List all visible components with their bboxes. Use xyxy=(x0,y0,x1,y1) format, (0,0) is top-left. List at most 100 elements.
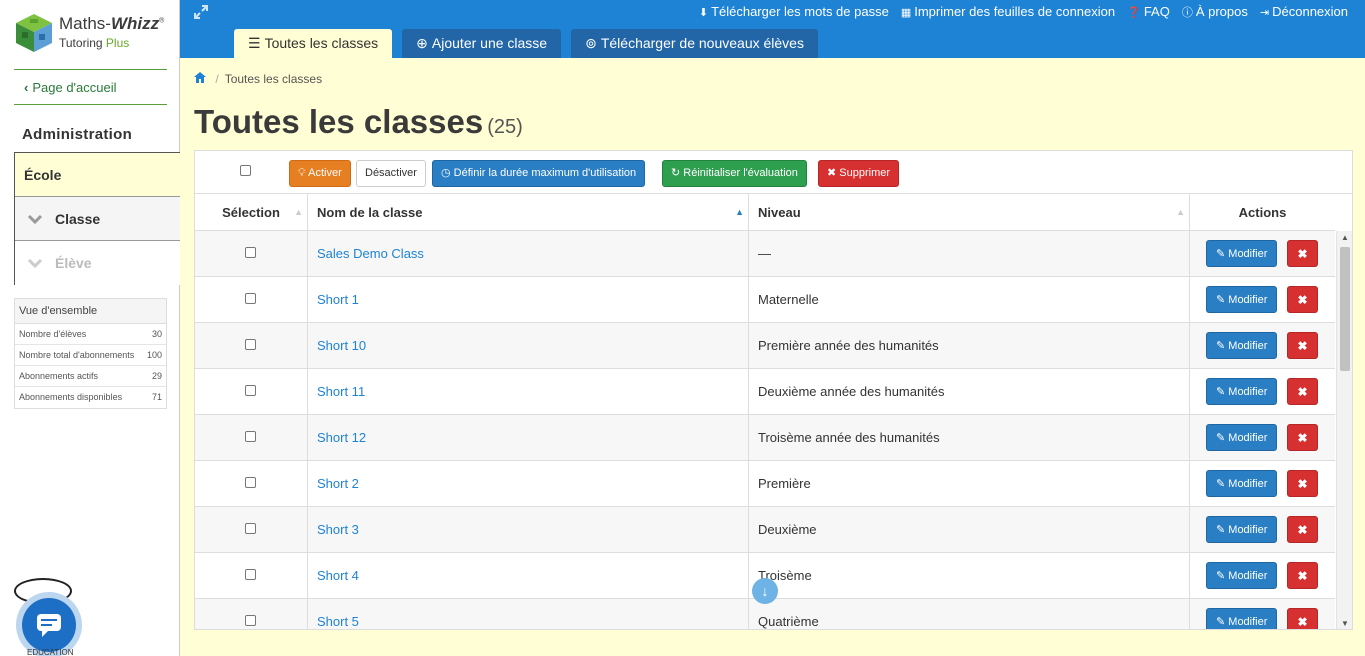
chevron-left-icon: ‹ xyxy=(24,80,29,95)
tab-upload-students[interactable]: ⊚ Télécharger de nouveaux élèves xyxy=(571,29,818,58)
nav-item-eleve[interactable]: Élève xyxy=(15,241,180,285)
about-link[interactable]: ⓘ À propos xyxy=(1182,4,1248,20)
edit-icon: ✎ xyxy=(1216,524,1226,536)
scroll-down-arrow-icon[interactable]: ▼ xyxy=(1341,619,1349,628)
edit-button[interactable]: ✎ Modifier xyxy=(1206,608,1278,629)
edit-button[interactable]: ✎ Modifier xyxy=(1206,286,1278,313)
class-level: Deuxième xyxy=(749,507,1190,553)
edit-button[interactable]: ✎ Modifier xyxy=(1206,562,1278,589)
delete-button[interactable]: ✖ xyxy=(1287,332,1318,359)
home-icon[interactable] xyxy=(194,72,209,86)
class-name-link[interactable]: Short 3 xyxy=(308,507,749,553)
set-max-duration-button[interactable]: ◷ Définir la durée maximum d'utilisation xyxy=(432,160,646,187)
scroll-down-button[interactable]: ↓ xyxy=(752,578,778,604)
class-name-link[interactable]: Short 4 xyxy=(308,553,749,599)
logo-subtitle: Tutoring Plus xyxy=(59,36,130,50)
tab-add-class[interactable]: ⊕ Ajouter une classe xyxy=(402,29,562,58)
class-name-link[interactable]: Short 10 xyxy=(308,323,749,369)
table-row: Short 2 Première ✎ Modifier ✖ xyxy=(195,461,1335,507)
classes-panel: 💡︎ Activer Désactiver ◷ Définir la durée… xyxy=(194,150,1353,630)
class-name-link[interactable]: Short 11 xyxy=(308,369,749,415)
class-name-link[interactable]: Short 2 xyxy=(308,461,749,507)
row-checkbox[interactable] xyxy=(245,431,256,442)
row-checkbox[interactable] xyxy=(245,615,256,626)
print-sheets-link[interactable]: ▦ Imprimer des feuilles de connexion xyxy=(901,4,1115,20)
close-icon: ✖ xyxy=(827,167,837,179)
faq-link[interactable]: ❓ FAQ xyxy=(1127,4,1170,20)
close-icon: ✖ xyxy=(1297,569,1308,583)
nav-item-ecole[interactable]: École xyxy=(15,153,180,197)
row-checkbox[interactable] xyxy=(245,247,256,258)
reset-evaluation-button[interactable]: ↻ Réinitialiser l'évaluation xyxy=(662,160,807,187)
refresh-icon: ↻ xyxy=(671,167,681,179)
chat-button[interactable] xyxy=(22,598,76,652)
delete-button[interactable]: ✖ xyxy=(1287,424,1318,451)
table-row: Short 12 Troisème année des humanités ✎ … xyxy=(195,415,1335,461)
bulb-icon: 💡︎ xyxy=(298,167,306,179)
overview-row: Abonnements disponibles 71 xyxy=(19,392,162,402)
edit-icon: ✎ xyxy=(1216,570,1226,582)
cube-logo-icon xyxy=(16,14,52,52)
sort-icon: ▲ xyxy=(294,207,303,217)
row-checkbox[interactable] xyxy=(245,293,256,304)
sort-asc-icon: ▲ xyxy=(735,207,744,217)
class-name-link[interactable]: Sales Demo Class xyxy=(308,231,749,277)
row-checkbox[interactable] xyxy=(245,523,256,534)
delete-button[interactable]: ✖ xyxy=(1287,516,1318,543)
chevron-down-icon xyxy=(27,198,45,242)
home-link[interactable]: ‹ Page d'accueil xyxy=(14,69,167,105)
delete-button[interactable]: ✖ xyxy=(1287,608,1318,629)
close-icon: ✖ xyxy=(1297,523,1308,537)
page-title: Toutes les classes (25) xyxy=(194,103,523,140)
delete-button[interactable]: ✖ xyxy=(1287,562,1318,589)
delete-selected-button[interactable]: ✖ Supprimer xyxy=(818,160,900,187)
question-icon: ❓ xyxy=(1127,7,1141,19)
logout-link[interactable]: ⇥ Déconnexion xyxy=(1260,4,1348,20)
breadcrumb-current: Toutes les classes xyxy=(224,72,323,86)
edit-icon: ✎ xyxy=(1216,386,1226,398)
tab-all-classes[interactable]: ☰ Toutes les classes xyxy=(234,29,393,58)
edit-button[interactable]: ✎ Modifier xyxy=(1206,378,1278,405)
edit-button[interactable]: ✎ Modifier xyxy=(1206,424,1278,451)
delete-button[interactable]: ✖ xyxy=(1287,286,1318,313)
delete-button[interactable]: ✖ xyxy=(1287,470,1318,497)
class-name-link[interactable]: Short 1 xyxy=(308,277,749,323)
admin-nav: École Classe Élève xyxy=(14,152,180,285)
scrollbar-thumb[interactable] xyxy=(1340,247,1350,371)
expand-icon[interactable] xyxy=(193,4,209,23)
column-class-name[interactable]: Nom de la classe ▲ xyxy=(308,194,749,231)
chat-widget[interactable]: EDUCATION xyxy=(9,578,89,656)
delete-button[interactable]: ✖ xyxy=(1287,378,1318,405)
edit-button[interactable]: ✎ Modifier xyxy=(1206,516,1278,543)
close-icon: ✖ xyxy=(1297,247,1308,261)
table-scrollbar[interactable]: ▲ ▼ xyxy=(1336,231,1352,629)
edit-button[interactable]: ✎ Modifier xyxy=(1206,240,1278,267)
column-level[interactable]: Niveau ▲ xyxy=(749,194,1190,231)
logo[interactable]: Maths-Whizz® Tutoring Plus xyxy=(14,12,174,60)
select-all-checkbox[interactable] xyxy=(240,165,251,176)
close-icon: ✖ xyxy=(1297,431,1308,445)
class-count: (25) xyxy=(487,116,523,138)
download-passwords-link[interactable]: ⬇ Télécharger les mots de passe xyxy=(699,4,889,20)
row-checkbox[interactable] xyxy=(245,477,256,488)
deactivate-button[interactable]: Désactiver xyxy=(356,160,426,187)
sort-icon: ▲ xyxy=(1176,207,1185,217)
class-name-link[interactable]: Short 5 xyxy=(308,599,749,629)
row-checkbox[interactable] xyxy=(245,339,256,350)
column-selection[interactable]: Sélection ▲ xyxy=(195,194,308,231)
edit-button[interactable]: ✎ Modifier xyxy=(1206,470,1278,497)
main-content: / Toutes les classes Toutes les classes (2… xyxy=(180,58,1365,656)
row-checkbox[interactable] xyxy=(245,569,256,580)
print-icon: ▦ xyxy=(900,7,912,19)
edit-button[interactable]: ✎ Modifier xyxy=(1206,332,1278,359)
breadcrumb: / Toutes les classes xyxy=(194,72,322,86)
table-body: Sales Demo Class — ✎ Modifier ✖ Short 1 M… xyxy=(195,231,1335,629)
download-icon: ⬇ xyxy=(698,7,709,19)
delete-button[interactable]: ✖ xyxy=(1287,240,1318,267)
class-name-link[interactable]: Short 12 xyxy=(308,415,749,461)
nav-item-classe[interactable]: Classe xyxy=(15,197,180,241)
scroll-up-arrow-icon[interactable]: ▲ xyxy=(1341,233,1349,242)
edit-icon: ✎ xyxy=(1216,432,1226,444)
row-checkbox[interactable] xyxy=(245,385,256,396)
activate-button[interactable]: 💡︎ Activer xyxy=(289,160,351,187)
